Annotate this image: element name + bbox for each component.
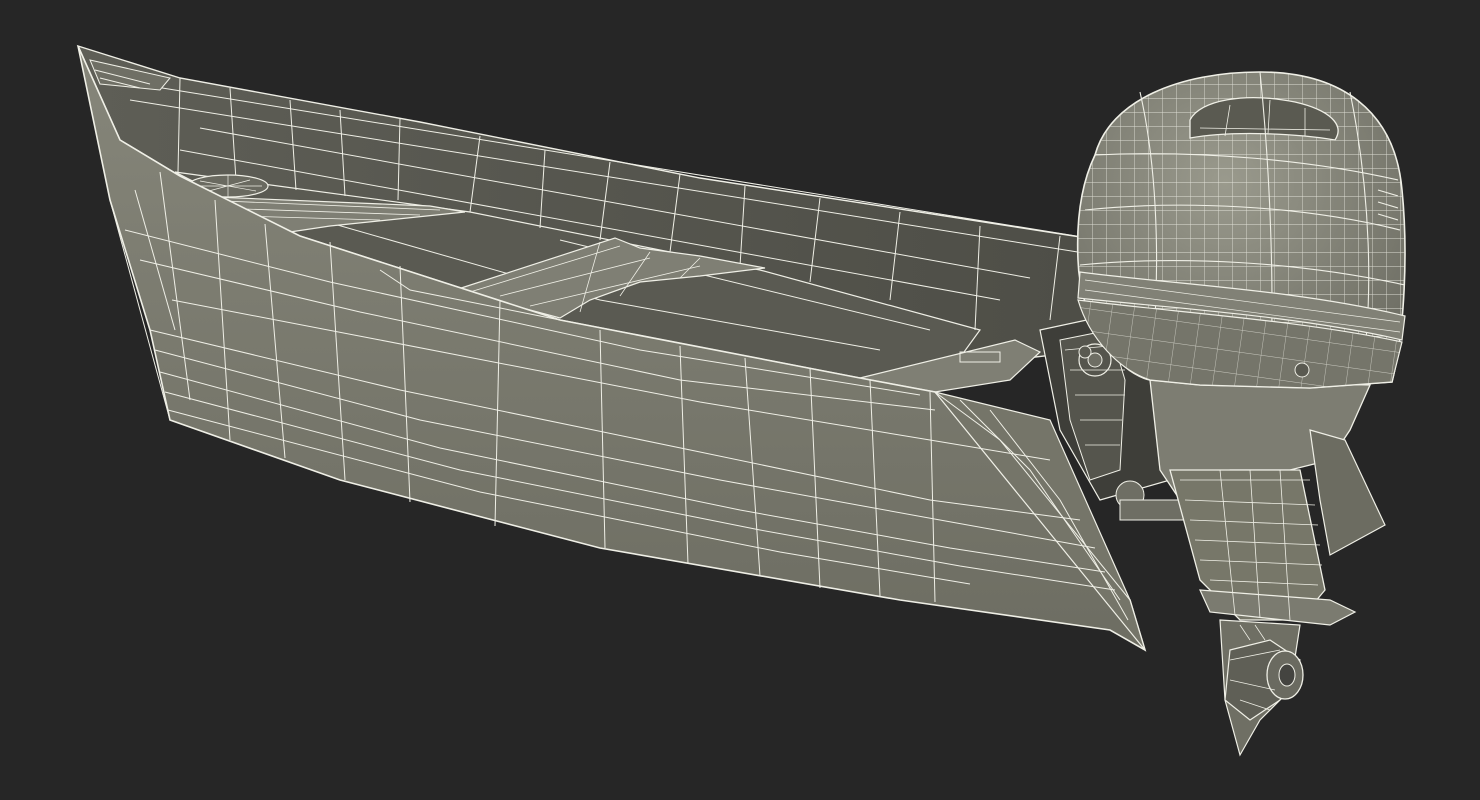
boat-render: [76, 44, 1406, 757]
render-viewport: [0, 0, 1480, 800]
